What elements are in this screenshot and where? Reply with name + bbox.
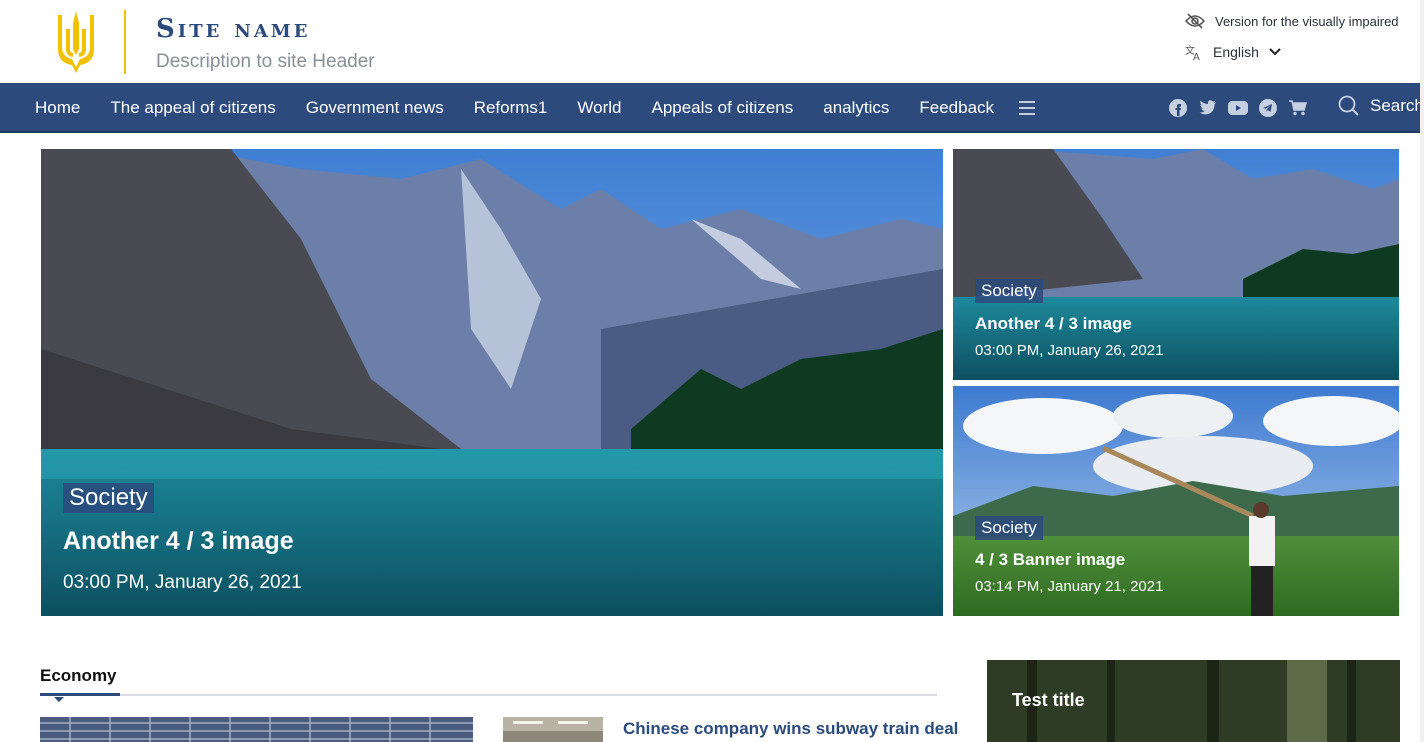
site-header: Site name Description to site Header Ver… <box>0 0 1424 83</box>
trident-logo-icon[interactable] <box>52 9 100 75</box>
hero-side-article-1[interactable]: Society Another 4 / 3 image 03:00 PM, Ja… <box>953 149 1399 380</box>
nav-item-appeals-of-citizens[interactable]: Appeals of citizens <box>636 98 808 118</box>
hero-side-2-title[interactable]: 4 / 3 Banner image <box>975 550 1125 570</box>
logo-divider <box>124 10 126 74</box>
search-icon <box>1338 95 1359 116</box>
hero-side-2-category-badge[interactable]: Society <box>975 516 1043 540</box>
sidebar-card[interactable]: Test title <box>987 660 1400 742</box>
hero-side-2-date: 03:14 PM, January 21, 2021 <box>975 578 1164 595</box>
news-item-thumbnail[interactable] <box>503 717 603 742</box>
news-item-title[interactable]: Chinese company wins subway train deal <box>623 719 958 739</box>
facebook-icon[interactable] <box>1168 98 1188 118</box>
section-divider <box>40 694 937 696</box>
twitter-icon[interactable] <box>1198 98 1218 118</box>
section-caret-icon <box>54 697 64 702</box>
site-name[interactable]: Site name <box>156 14 310 44</box>
nav-item-analytics[interactable]: analytics <box>808 98 904 118</box>
hero-side-1-category-badge[interactable]: Society <box>975 279 1043 303</box>
main-navigation: Home The appeal of citizens Government n… <box>0 83 1424 133</box>
subway-interior-image <box>503 717 603 742</box>
economy-article-thumbnail[interactable] <box>40 717 473 742</box>
menu-hamburger-icon[interactable] <box>1019 101 1036 115</box>
economy-section-heading[interactable]: Economy <box>40 666 117 686</box>
chevron-down-icon <box>1269 48 1281 56</box>
nav-item-reforms[interactable]: Reforms1 <box>459 98 563 118</box>
hero-main-date: 03:00 PM, January 26, 2021 <box>63 572 302 593</box>
hero-main-article[interactable]: Society Another 4 / 3 image 03:00 PM, Ja… <box>41 149 943 616</box>
telegram-icon[interactable] <box>1258 98 1278 118</box>
hero-side-1-date: 03:00 PM, January 26, 2021 <box>975 342 1164 359</box>
solar-panel-image <box>40 717 473 742</box>
sidebar-card-title[interactable]: Test title <box>1012 690 1085 711</box>
svg-text:A: A <box>1193 52 1200 61</box>
translate-icon: 文 A <box>1185 44 1200 61</box>
hero-side-1-title[interactable]: Another 4 / 3 image <box>975 314 1132 334</box>
nav-item-government-news[interactable]: Government news <box>291 98 459 118</box>
nav-item-home[interactable]: Home <box>20 98 95 118</box>
youtube-icon[interactable] <box>1228 98 1248 118</box>
visually-impaired-link[interactable]: Version for the visually impaired <box>1185 13 1399 29</box>
hero-side-article-2[interactable]: Society 4 / 3 Banner image 03:14 PM, Jan… <box>953 386 1399 616</box>
section-active-underline <box>40 693 120 696</box>
cart-icon[interactable] <box>1288 98 1308 118</box>
language-label: English <box>1213 44 1259 60</box>
site-description: Description to site Header <box>156 51 375 72</box>
visually-impaired-label: Version for the visually impaired <box>1215 13 1399 29</box>
nav-item-appeal-of-citizens[interactable]: The appeal of citizens <box>95 98 290 118</box>
social-links <box>1168 98 1308 118</box>
scrollbar[interactable] <box>1420 0 1424 742</box>
hero-main-category-badge[interactable]: Society <box>63 483 154 513</box>
language-selector[interactable]: 文 A English <box>1185 43 1281 61</box>
nav-item-world[interactable]: World <box>562 98 636 118</box>
search-label: Search <box>1370 96 1424 115</box>
nav-items: Home The appeal of citizens Government n… <box>20 83 1036 133</box>
nav-item-feedback[interactable]: Feedback <box>904 98 1009 118</box>
hero-main-title[interactable]: Another 4 / 3 image <box>63 527 294 556</box>
search-button[interactable]: Search <box>1338 95 1424 117</box>
eye-slash-icon <box>1185 13 1205 29</box>
